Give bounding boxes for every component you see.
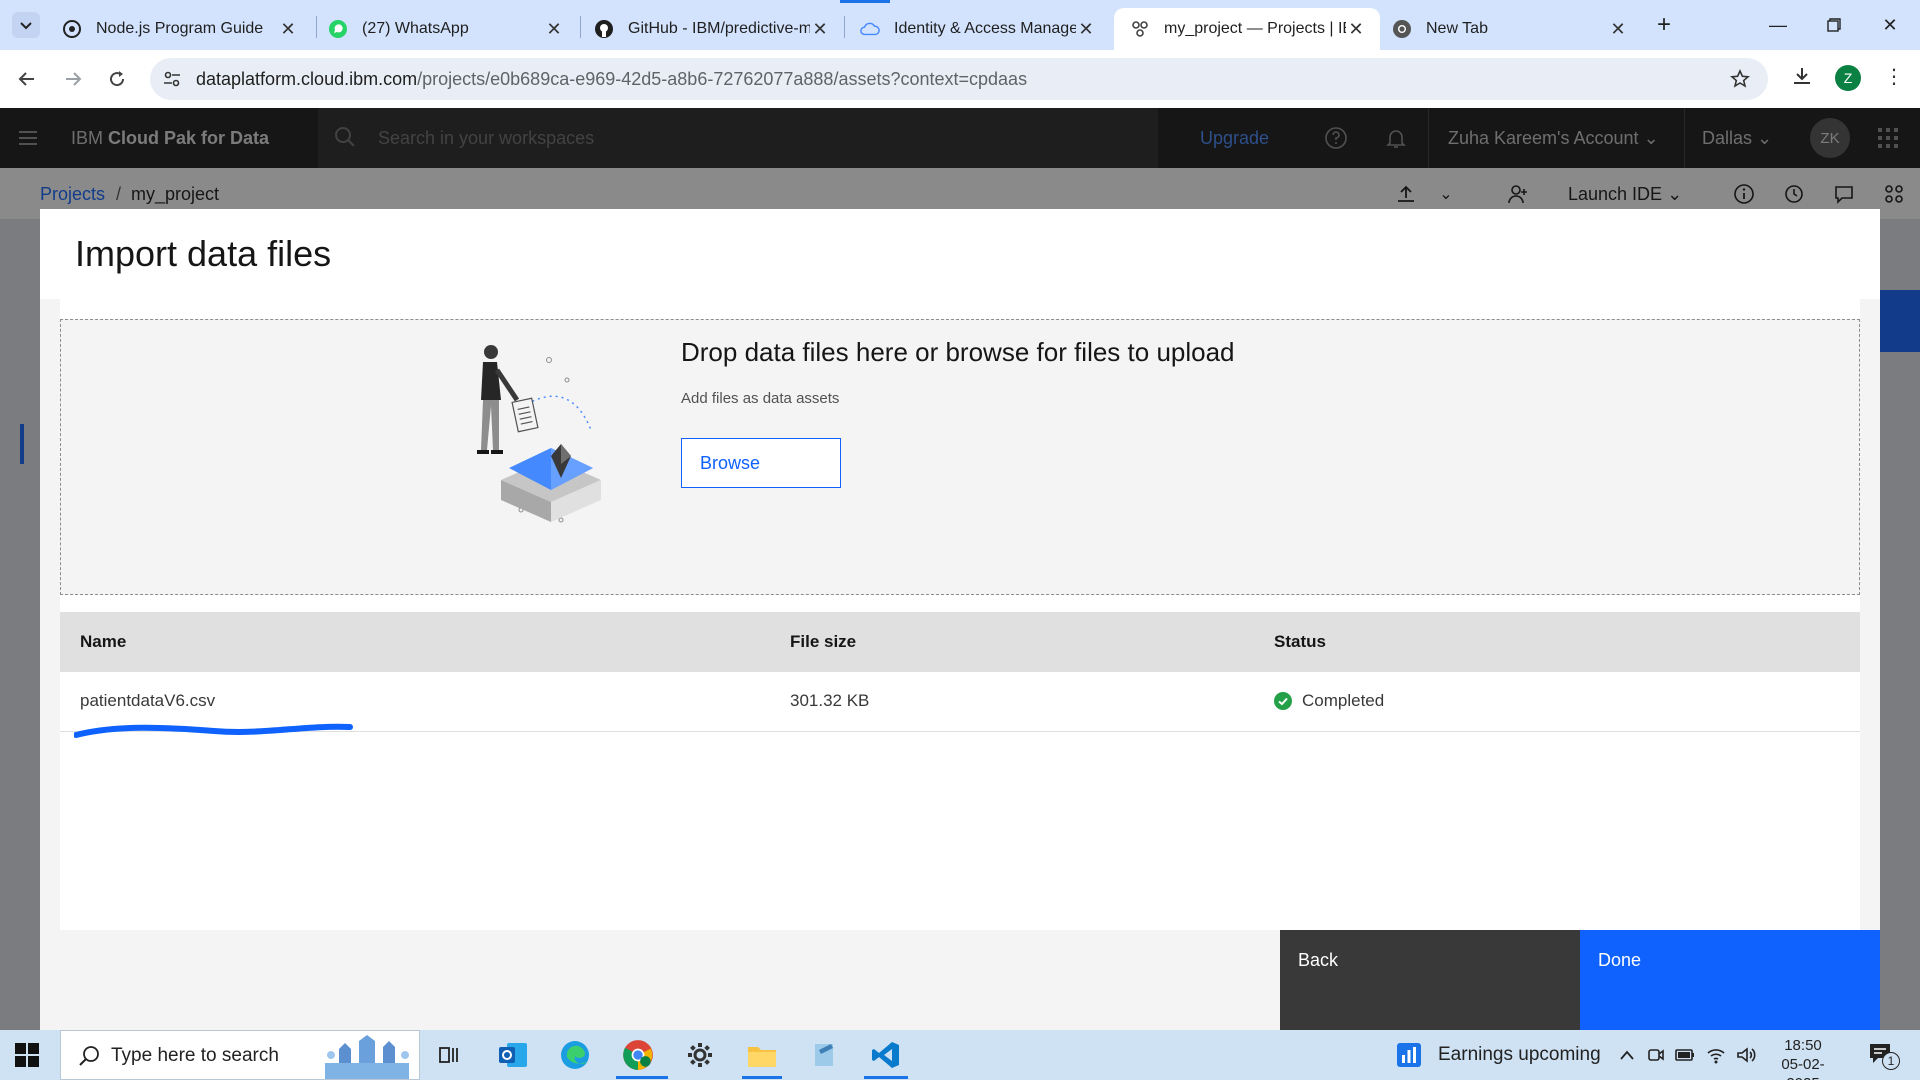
file-size-cell: 301.32 KB	[790, 691, 870, 710]
system-clock[interactable]: 18:50 05-02-2025	[1768, 1036, 1838, 1080]
highlight-scribble	[74, 723, 353, 738]
chrome-icon	[1392, 19, 1412, 39]
tray-overflow-chevron-icon[interactable]	[1616, 1044, 1638, 1066]
drop-zone-subtitle: Add files as data assets	[681, 390, 840, 407]
volume-icon[interactable]	[1735, 1044, 1757, 1066]
search-highlight-illustration-icon	[325, 1035, 409, 1079]
close-tab-icon[interactable]: ✕	[1608, 19, 1628, 39]
browser-tab-strip: Node.js Program Guide ✕ (27) WhatsApp ✕ …	[0, 0, 1920, 50]
whatsapp-icon	[328, 19, 348, 39]
modal-body: Drop data files here or browse for files…	[60, 299, 1860, 930]
cloud-icon	[860, 19, 880, 39]
address-bar[interactable]: dataplatform.cloud.ibm.com/projects/e0b6…	[150, 58, 1768, 100]
settings-gear-icon[interactable]	[680, 1035, 720, 1075]
table-header: Name File size Status	[60, 612, 1860, 672]
table-row: patientdataV6.csv 301.32 KB Completed	[60, 672, 1860, 738]
browser-tab-node-guide[interactable]: Node.js Program Guide ✕	[46, 8, 312, 50]
chrome-taskbar-icon[interactable]	[618, 1035, 658, 1075]
status-cell: Completed	[1274, 691, 1384, 711]
back-button[interactable]: Back	[1280, 930, 1580, 1030]
browser-tab-github[interactable]: GitHub - IBM/predictive-m ✕	[578, 8, 844, 50]
restore-icon[interactable]	[1806, 0, 1862, 50]
vscode-icon[interactable]	[866, 1035, 906, 1075]
done-button[interactable]: Done	[1580, 930, 1880, 1030]
file-explorer-icon[interactable]	[742, 1035, 782, 1075]
tab-title: (27) WhatsApp	[362, 20, 469, 37]
url-path: /projects/e0b689ca-e969-42d5-a8b6-727620…	[417, 69, 1028, 89]
status-text: Completed	[1302, 691, 1385, 710]
url-text: dataplatform.cloud.ibm.com/projects/e0b6…	[196, 69, 1027, 90]
browser-toolbar: dataplatform.cloud.ibm.com/projects/e0b6…	[0, 50, 1920, 108]
bookmark-star-icon[interactable]	[1728, 67, 1752, 91]
wifi-icon[interactable]	[1705, 1044, 1727, 1066]
forward-arrow-icon[interactable]	[56, 62, 90, 96]
back-arrow-icon[interactable]	[10, 62, 44, 96]
search-icon	[79, 1046, 99, 1066]
github-icon	[594, 19, 614, 39]
browse-button[interactable]: Browse	[681, 438, 841, 488]
checkmark-success-icon	[1274, 692, 1292, 710]
tab-title: my_project — Projects | IBI	[1164, 20, 1346, 37]
upload-illustration	[477, 345, 601, 523]
close-window-icon[interactable]: ✕	[1862, 0, 1918, 50]
new-tab-plus-icon[interactable]: +	[1650, 11, 1678, 39]
battery-icon[interactable]	[1674, 1044, 1696, 1066]
tab-loading-indicator	[840, 0, 890, 3]
reload-icon[interactable]	[100, 62, 134, 96]
drop-zone-title: Drop data files here or browse for files…	[681, 337, 1235, 367]
url-host: dataplatform.cloud.ibm.com	[196, 69, 418, 89]
chatgpt-icon	[62, 19, 82, 39]
taskbar-search-placeholder: Type here to search	[111, 1045, 279, 1066]
tab-title: GitHub - IBM/predictive-m	[628, 20, 810, 37]
notification-center-icon[interactable]: 1	[1868, 1042, 1900, 1070]
active-app-indicator	[616, 1076, 668, 1079]
close-tab-icon[interactable]: ✕	[810, 19, 830, 39]
notepad-icon[interactable]	[804, 1035, 844, 1075]
ibm-project-icon	[1130, 19, 1150, 39]
windows-taskbar: Type here to search Earnings upcoming 18…	[0, 1030, 1920, 1080]
clock-date: 05-02-2025	[1781, 1056, 1825, 1080]
clock-time: 18:50	[1784, 1037, 1822, 1054]
edge-icon[interactable]	[555, 1035, 595, 1075]
tab-title: New Tab	[1426, 20, 1488, 37]
browser-tab-identity-access[interactable]: Identity & Access Manager ✕	[844, 8, 1110, 50]
minimize-icon[interactable]: —	[1750, 0, 1806, 50]
profile-avatar[interactable]: Z	[1835, 65, 1861, 91]
active-app-indicator	[864, 1076, 908, 1079]
uploaded-files-table: Name File size Status patientdataV6.csv …	[60, 612, 1860, 738]
column-header-status: Status	[1274, 632, 1326, 651]
download-icon[interactable]	[1788, 62, 1816, 90]
file-name-cell: patientdataV6.csv	[80, 691, 216, 710]
windows-start-icon[interactable]	[12, 1040, 42, 1070]
column-header-name: Name	[80, 632, 127, 651]
close-tab-icon[interactable]: ✕	[1346, 19, 1366, 39]
column-header-file-size: File size	[790, 632, 857, 651]
browser-tab-whatsapp[interactable]: (27) WhatsApp ✕	[312, 8, 578, 50]
close-tab-icon[interactable]: ✕	[1076, 19, 1096, 39]
file-drop-zone[interactable]: Drop data files here or browse for files…	[60, 319, 1860, 595]
close-tab-icon[interactable]: ✕	[544, 19, 564, 39]
browser-tab-new-tab[interactable]: New Tab ✕	[1376, 8, 1642, 50]
tab-title: Identity & Access Manager	[894, 20, 1076, 37]
outlook-icon[interactable]	[493, 1035, 533, 1075]
stock-chart-icon	[1397, 1043, 1421, 1067]
import-data-modal: Import data files Drop data files here o…	[40, 209, 1880, 1030]
active-app-indicator	[742, 1076, 782, 1079]
news-widget[interactable]: Earnings upcoming	[1396, 1042, 1601, 1068]
notification-count-badge: 1	[1882, 1052, 1900, 1070]
taskbar-search-box[interactable]: Type here to search	[60, 1030, 420, 1080]
task-view-icon[interactable]	[430, 1035, 470, 1075]
close-tab-icon[interactable]: ✕	[278, 19, 298, 39]
tab-search-chevron-icon[interactable]	[12, 12, 40, 38]
browser-tab-my-project[interactable]: my_project — Projects | IBI ✕	[1114, 8, 1380, 50]
tab-title: Node.js Program Guide	[96, 20, 264, 37]
site-settings-icon[interactable]	[160, 67, 184, 91]
modal-title: Import data files	[75, 233, 332, 274]
modal-header: Import data files	[40, 209, 1880, 299]
meet-now-icon[interactable]	[1645, 1044, 1667, 1066]
browser-menu-icon[interactable]: ⋮	[1880, 62, 1908, 90]
news-text: Earnings upcoming	[1438, 1044, 1601, 1065]
